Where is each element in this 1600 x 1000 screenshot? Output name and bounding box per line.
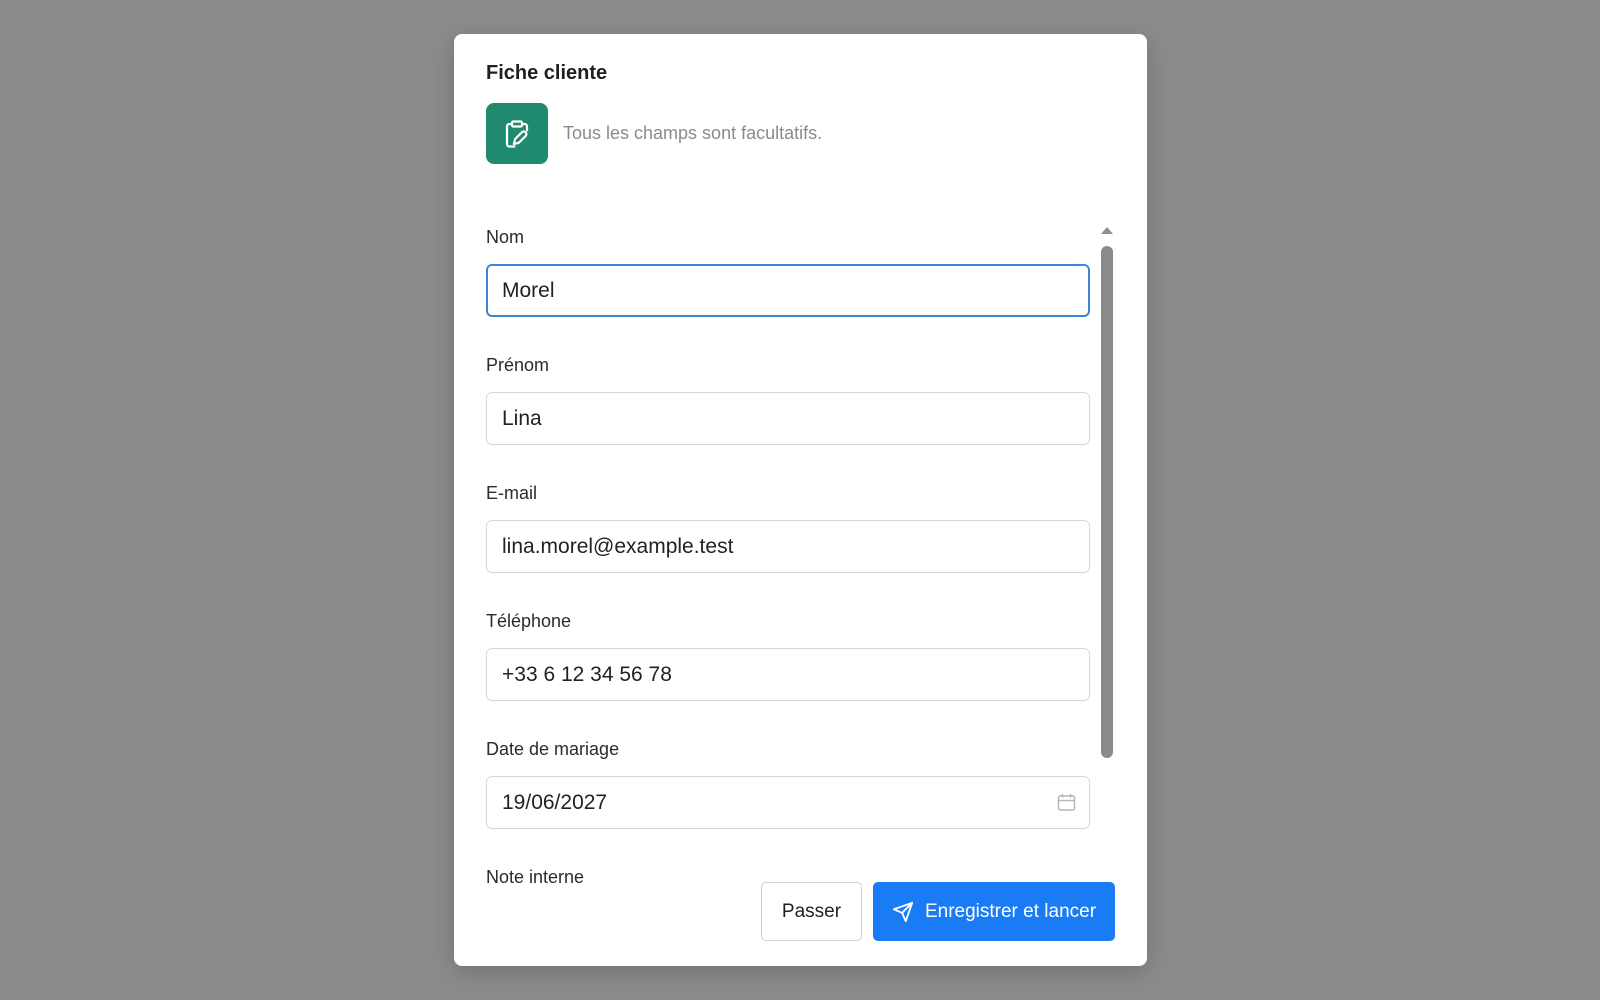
date-mariage-picker	[486, 776, 1090, 829]
form-scroll-area[interactable]: Nom Prénom E-mail Téléphone Date de mari…	[486, 222, 1106, 892]
field-date-mariage: Date de mariage	[486, 738, 1090, 829]
nom-input[interactable]	[486, 264, 1090, 317]
prenom-input[interactable]	[486, 392, 1090, 445]
nom-label: Nom	[486, 227, 525, 247]
field-prenom: Prénom	[486, 354, 1090, 445]
scroll-up-arrow-icon[interactable]	[1101, 227, 1113, 234]
calendar-icon[interactable]	[1057, 793, 1076, 812]
telephone-label: Téléphone	[486, 611, 572, 631]
skip-button[interactable]: Passer	[761, 882, 862, 941]
field-nom: Nom	[486, 226, 1090, 317]
dialog-subtitle: Tous les champs sont facultatifs.	[563, 123, 823, 143]
clipboard-edit-icon	[486, 103, 548, 164]
field-telephone: Téléphone	[486, 610, 1090, 701]
telephone-input[interactable]	[486, 648, 1090, 701]
dialog-title: Fiche cliente	[486, 62, 608, 84]
field-email: E-mail	[486, 482, 1090, 573]
form-scrollbar[interactable]	[1099, 222, 1115, 892]
date-mariage-input[interactable]	[486, 776, 1090, 829]
save-and-launch-label: Enregistrer et lancer	[924, 900, 1097, 922]
scrollbar-thumb[interactable]	[1101, 246, 1113, 758]
save-and-launch-button[interactable]: Enregistrer et lancer	[873, 882, 1115, 941]
date-mariage-label: Date de mariage	[486, 739, 620, 759]
send-icon	[892, 901, 914, 923]
email-label: E-mail	[486, 483, 538, 503]
prenom-label: Prénom	[486, 355, 550, 375]
client-form-dialog: Fiche cliente Tous les champs sont facul…	[454, 34, 1147, 966]
email-input[interactable]	[486, 520, 1090, 573]
